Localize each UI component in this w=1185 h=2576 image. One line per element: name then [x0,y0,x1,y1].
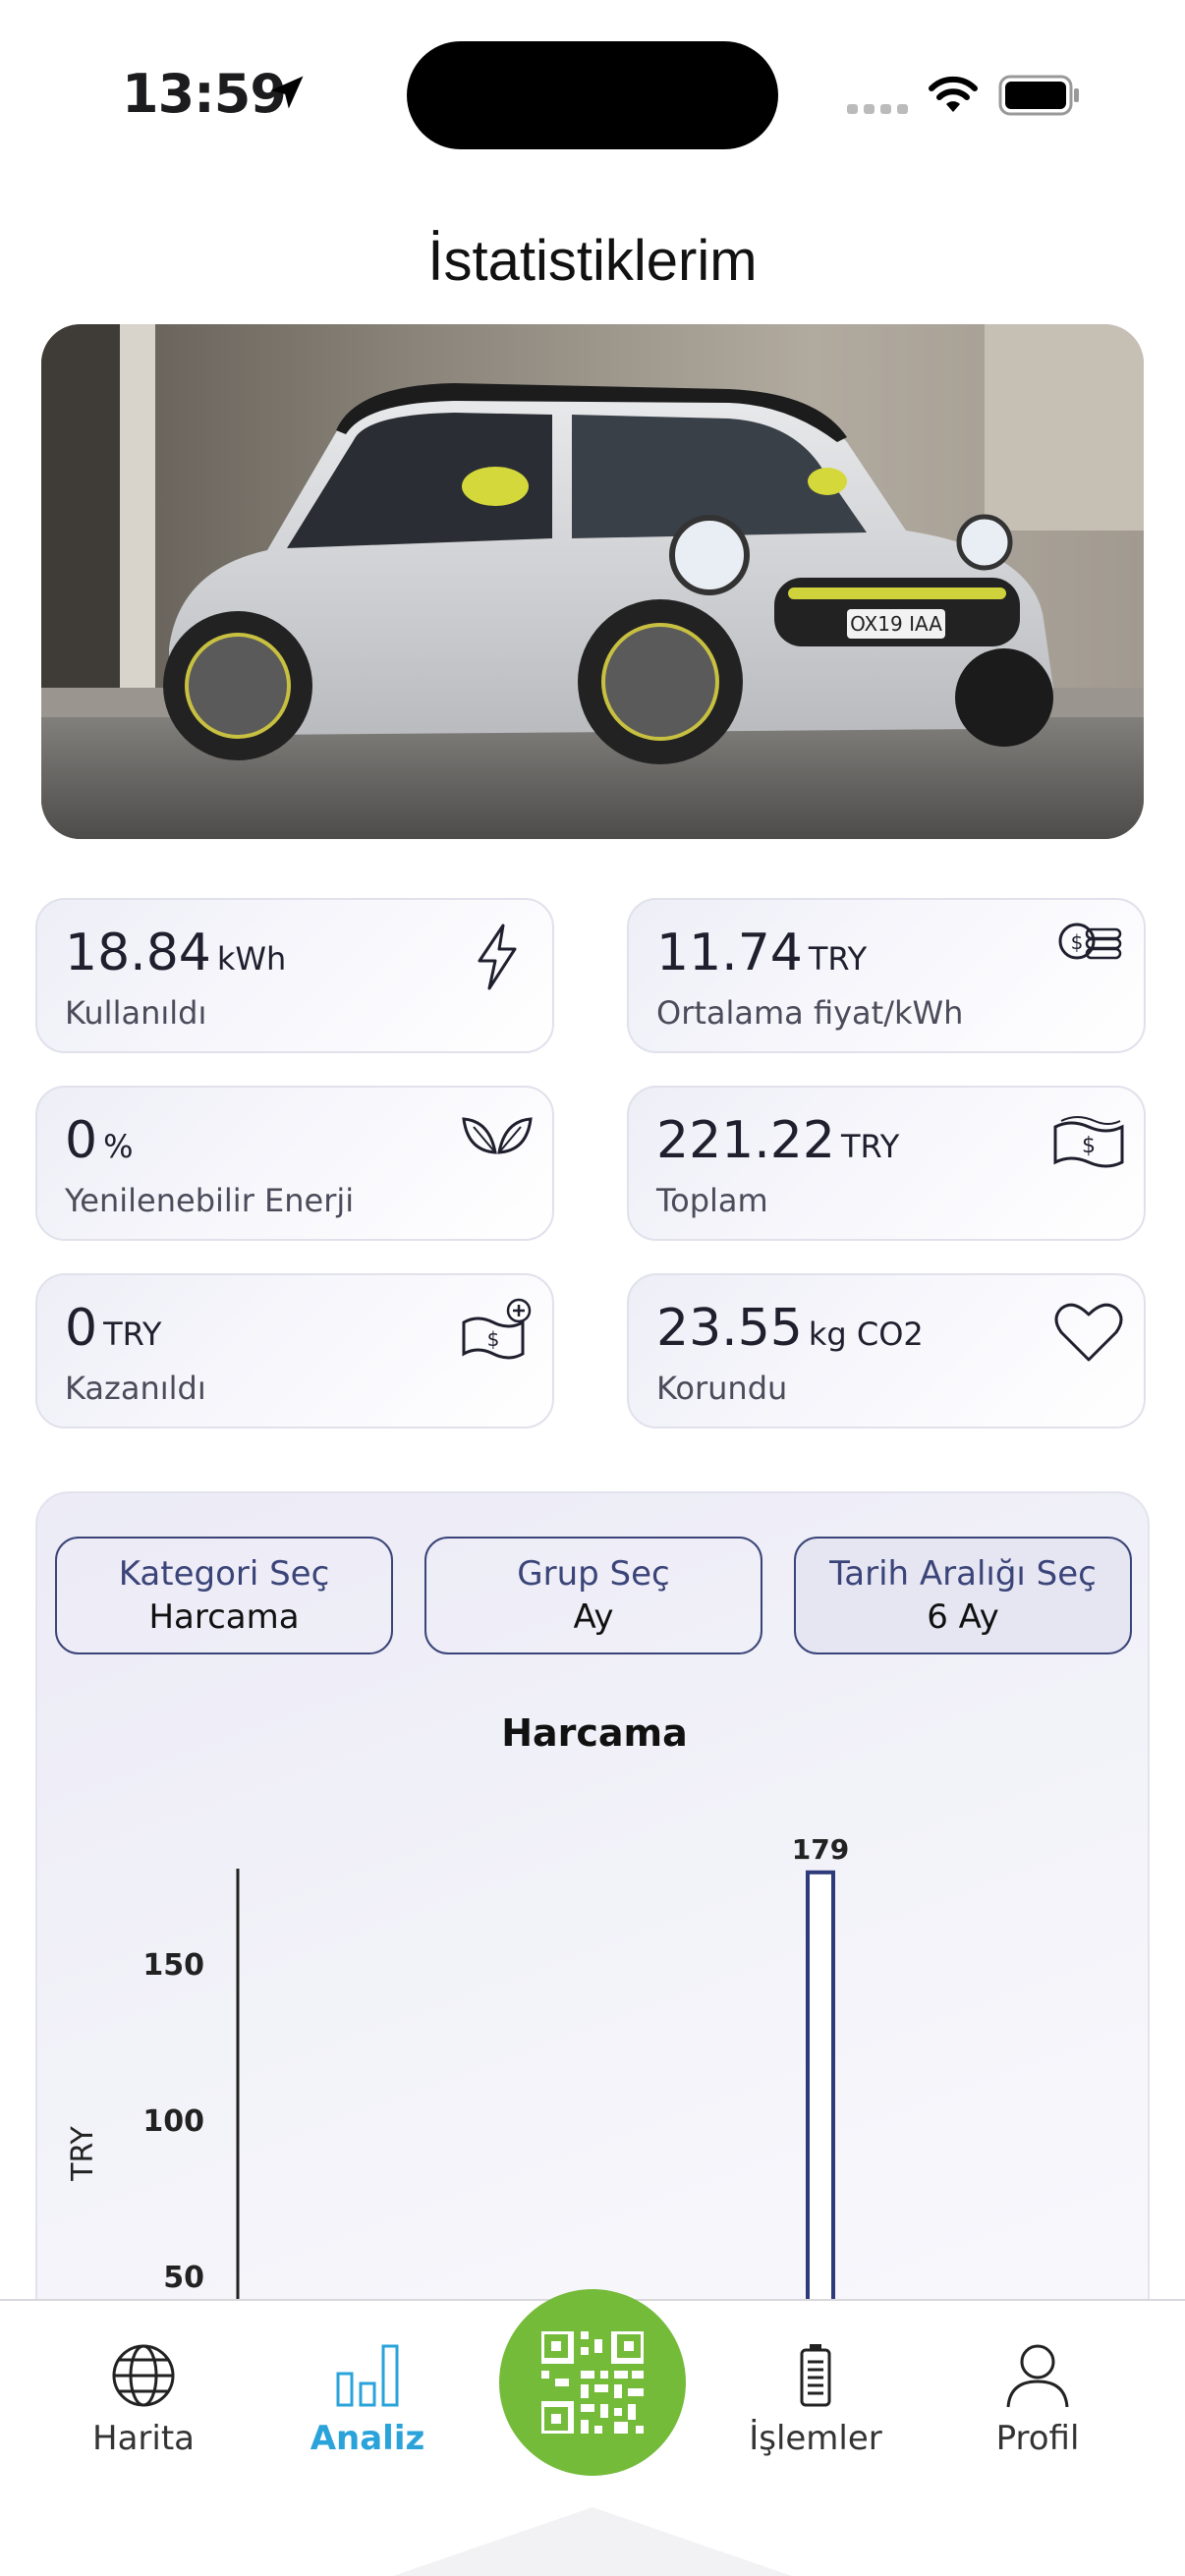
status-time: 13:59 [122,63,287,125]
bar-value-label: 179 [792,1833,849,1866]
dynamic-island [407,41,778,149]
stat-value: 23.55 [656,1299,803,1358]
person-icon [1006,2344,1069,2408]
date-range-select-title: Tarih Aralığı Seç [829,1554,1097,1594]
group-select-title: Grup Seç [517,1554,670,1594]
banknote-add-icon: $ [462,1298,532,1360]
tab-label: Harita [92,2419,195,2458]
stat-card-total: 221.22 TRY Toplam $ [627,1086,1146,1241]
date-range-select[interactable]: Tarih Aralığı Seç 6 Ay [794,1537,1132,1654]
svg-text:$: $ [1071,930,1084,954]
y-tick-label: 50 [163,2261,204,2295]
stat-unit: TRY [103,1316,162,1353]
coins-icon: $ [1058,923,1122,960]
y-tick-label: 150 [142,1948,204,1983]
stat-value: 0 [65,1111,98,1170]
stat-label: Kullanıldı [65,994,207,1032]
stat-unit: kWh [216,940,287,978]
battery-status-icon [998,75,1079,116]
battery-icon [800,2344,831,2407]
stat-value: 221.22 [656,1111,835,1170]
date-range-select-value: 6 Ay [927,1597,999,1637]
tab-analiz[interactable]: Analiz [269,2340,466,2458]
svg-text:$: $ [487,1327,500,1351]
car-image: OX19 IAA [41,324,1144,839]
tab-harita[interactable]: Harita [45,2340,242,2458]
svg-text:$: $ [1082,1134,1096,1158]
stat-value: 18.84 [65,924,211,982]
tab-label: Profil [995,2419,1080,2458]
svg-text:OX19 IAA: OX19 IAA [850,612,942,636]
stat-unit: TRY [808,940,868,978]
category-select-value: Harcama [148,1597,300,1637]
tab-label: Analiz [310,2419,425,2458]
bar-chart: TRY 150 100 50 179 [66,1833,849,2299]
group-select-value: Ay [573,1597,614,1637]
category-select[interactable]: Kategori Seç Harcama [55,1537,393,1654]
banknote-icon: $ [1053,1116,1124,1168]
location-arrow-icon [270,76,304,109]
page-title: İstatistiklerim [427,229,758,293]
group-select[interactable]: Grup Seç Ay [424,1537,762,1654]
stat-label: Kazanıldı [65,1370,206,1407]
stat-label: Korundu [656,1370,788,1407]
stat-card-co2-saved: 23.55 kg CO2 Korundu [627,1273,1146,1428]
cellular-signal-icon [847,104,908,114]
stat-card-energy-used: 18.84 kWh Kullanıldı [35,898,554,1053]
stat-value: 11.74 [656,924,803,982]
stat-unit: kg CO2 [808,1316,924,1353]
heart-icon [1054,1303,1123,1362]
stat-label: Toplam [656,1182,768,1219]
globe-icon [112,2344,175,2407]
chart-bar [806,1870,835,2299]
tab-bar-decoration [393,2507,792,2576]
tab-islemler[interactable]: İşlemler [717,2340,914,2458]
stat-card-average-price: 11.74 TRY Ortalama fiyat/kWh $ [627,898,1146,1053]
qr-code-icon [541,2331,644,2434]
stat-label: Yenilenebilir Enerji [65,1182,355,1219]
leaf-icon [462,1117,533,1154]
y-tick-label: 100 [142,2104,204,2139]
category-select-title: Kategori Seç [118,1554,330,1594]
stat-unit: TRY [840,1128,900,1165]
lightning-icon [478,924,517,990]
stat-label: Ortalama fiyat/kWh [656,994,964,1032]
stat-unit: % [103,1128,134,1165]
qr-scan-button[interactable] [499,2289,686,2476]
status-bar: 13:59 [0,0,1185,187]
stat-card-earned: 0 TRY Kazanıldı $ [35,1273,554,1428]
wifi-icon [929,76,978,112]
bar-chart-icon [336,2344,399,2407]
tab-label: İşlemler [749,2419,882,2458]
stat-value: 0 [65,1299,98,1358]
y-axis-title: TRY [66,2126,100,2182]
stat-card-renewable-energy: 0% Yenilenebilir Enerji [35,1086,554,1241]
tab-profil[interactable]: Profil [939,2340,1136,2458]
